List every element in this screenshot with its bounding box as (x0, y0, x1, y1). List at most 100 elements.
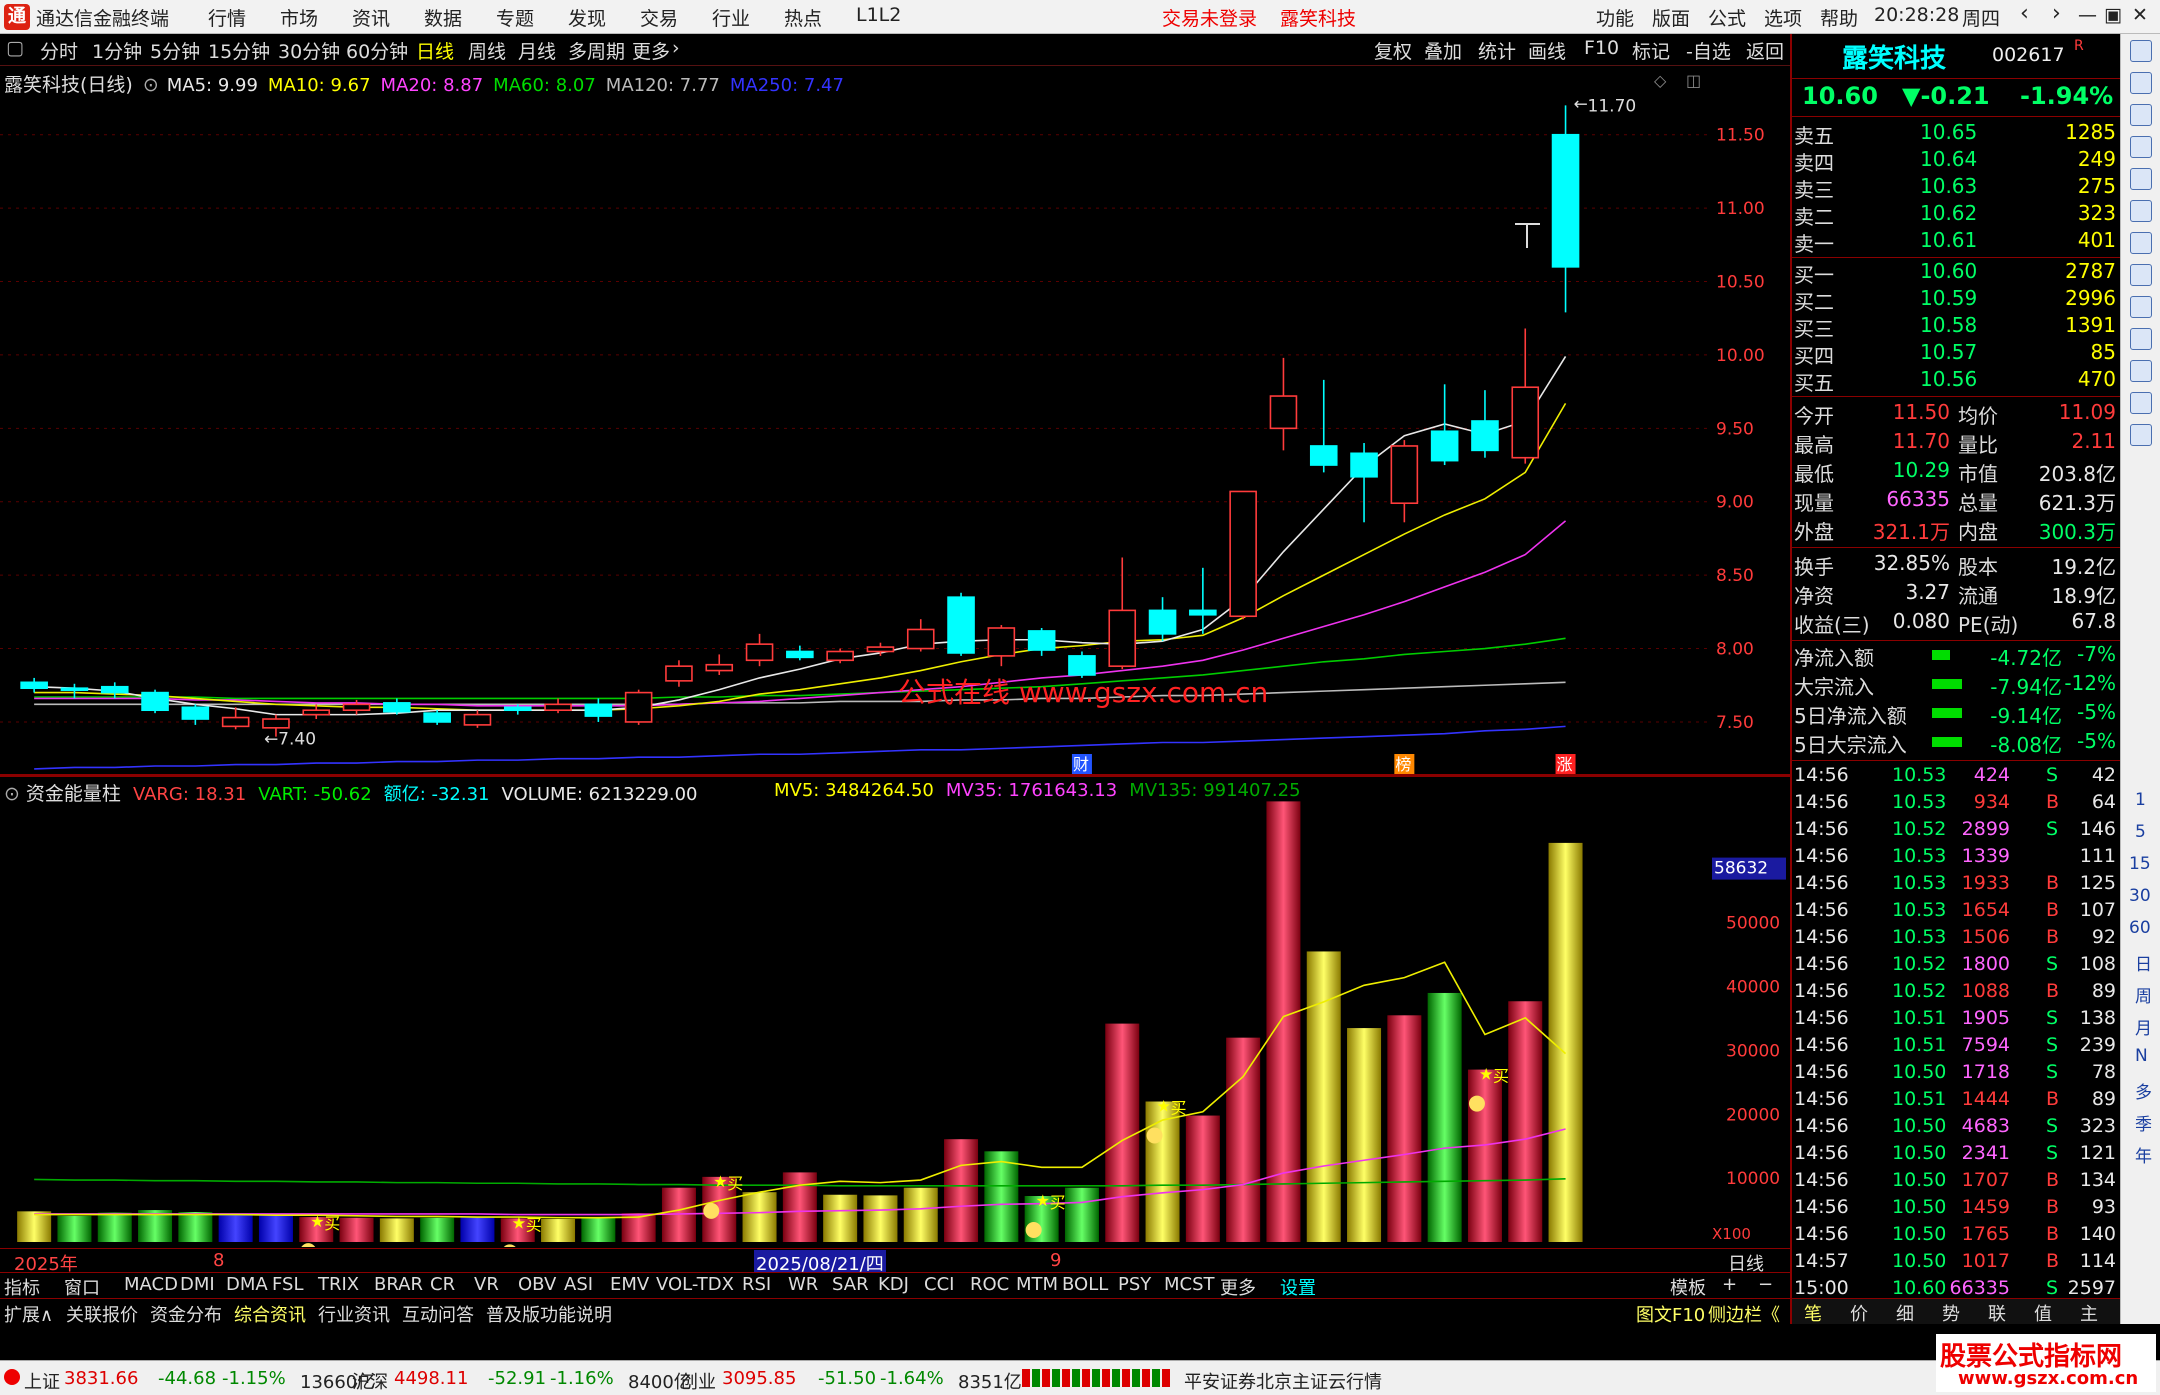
menu-7[interactable]: 行业 (712, 4, 750, 31)
indicator-tab-16[interactable]: SAR (832, 1274, 869, 1295)
menu-2[interactable]: 资讯 (352, 4, 390, 31)
toolbar-3[interactable]: 画线 (1528, 37, 1566, 64)
circle-icon[interactable] (2130, 424, 2152, 446)
menu-right-0[interactable]: 功能 (1596, 4, 1634, 31)
close-icon[interactable]: ✕ (2132, 4, 2148, 26)
indicator-tab-20[interactable]: MTM (1016, 1274, 1058, 1295)
side-tab-2[interactable]: 细 (1896, 1300, 1914, 1326)
maximize-icon[interactable]: ▣ (2104, 4, 2122, 26)
period-3[interactable]: 15分钟 (208, 37, 270, 64)
toolbar-5[interactable]: 标记 (1632, 37, 1670, 64)
grid-icon[interactable] (2130, 136, 2152, 158)
indicator-tab-24[interactable]: 更多 (1220, 1274, 1256, 1300)
indicator-tab-8[interactable]: CR (430, 1274, 455, 1295)
period-shortcut-2[interactable]: 15 (2129, 854, 2151, 874)
ext-right-0[interactable]: 图文F10 (1636, 1301, 1705, 1327)
indicator-tab-13[interactable]: VOL-TDX (656, 1274, 734, 1295)
side-tab-4[interactable]: 联 (1988, 1300, 2006, 1326)
side-tab-5[interactable]: 值 (2034, 1300, 2052, 1326)
toolbar-1[interactable]: 叠加 (1424, 37, 1462, 64)
period-0[interactable]: 分时 (40, 37, 78, 64)
trade-status[interactable]: 交易未登录 (1162, 4, 1257, 31)
period-4[interactable]: 30分钟 (278, 37, 340, 64)
menu-right-4[interactable]: 帮助 (1820, 4, 1858, 31)
f10-icon[interactable] (2130, 296, 2152, 318)
period-shortcut-4[interactable]: 60 (2129, 918, 2151, 938)
indicator-tab-3[interactable]: DMI (180, 1274, 215, 1295)
period-shortcut-8[interactable]: N (2135, 1046, 2148, 1066)
template-tab[interactable]: 模板 (1670, 1274, 1706, 1300)
menu-0[interactable]: 行情 (208, 4, 246, 31)
menu-5[interactable]: 发现 (568, 4, 606, 31)
period-8[interactable]: 月线 (518, 37, 556, 64)
menu-6[interactable]: 交易 (640, 4, 678, 31)
panel-toggle-icon[interactable]: ▢ (6, 37, 24, 59)
period-9[interactable]: 多周期 (568, 37, 625, 64)
toolbar-2[interactable]: 统计 (1478, 37, 1516, 64)
f1-icon[interactable] (2130, 360, 2152, 382)
ext-tab-6[interactable]: 普及版功能说明 (486, 1301, 612, 1327)
menu-1[interactable]: 市场 (280, 4, 318, 31)
period-1[interactable]: 1分钟 (92, 37, 142, 64)
indicator-tab-17[interactable]: KDJ (878, 1274, 909, 1295)
ext-tab-2[interactable]: 资金分布 (150, 1301, 222, 1327)
indicator-tab-7[interactable]: BRAR (374, 1274, 423, 1295)
period-shortcut-0[interactable]: 1 (2135, 790, 2146, 810)
side-tab-1[interactable]: 价 (1850, 1300, 1868, 1326)
indicator-tab-2[interactable]: MACD (124, 1274, 178, 1295)
menu-right-3[interactable]: 选项 (1764, 4, 1802, 31)
add-icon[interactable]: + (1722, 1274, 1737, 1295)
list-icon[interactable] (2130, 264, 2152, 286)
menu-4[interactable]: 专题 (496, 4, 534, 31)
ext-tab-4[interactable]: 行业资讯 (318, 1301, 390, 1327)
f2-icon[interactable] (2130, 392, 2152, 414)
toolbar-6[interactable]: -自选 (1686, 37, 1731, 64)
indicator-tab-6[interactable]: TRIX (318, 1274, 359, 1295)
menu-9[interactable]: L1L2 (856, 4, 901, 26)
ext-tab-3[interactable]: 综合资讯 (234, 1301, 306, 1327)
table-icon[interactable] (2130, 168, 2152, 190)
indicator-tab-23[interactable]: MCST (1164, 1274, 1215, 1295)
period-5[interactable]: 60分钟 (346, 37, 408, 64)
period-10[interactable]: 更多 (632, 37, 670, 64)
period-7[interactable]: 周线 (468, 37, 506, 64)
menu-3[interactable]: 数据 (424, 4, 462, 31)
menu-8[interactable]: 热点 (784, 4, 822, 31)
toolbar-4[interactable]: F10 (1584, 37, 1619, 59)
indicator-tab-21[interactable]: BOLL (1062, 1274, 1108, 1295)
menu-icon[interactable] (2130, 328, 2152, 350)
back-icon[interactable]: ‹ (2020, 1, 2029, 26)
period-shortcut-7[interactable]: 月 (2135, 1014, 2152, 1039)
period-shortcut-10[interactable]: 季 (2135, 1110, 2152, 1135)
indicator-tab-4[interactable]: DMA (226, 1274, 268, 1295)
indicator-tab-1[interactable]: 窗口 (64, 1274, 100, 1300)
settings-toggle-icon[interactable]: ⊙ (143, 74, 159, 96)
indicator-panel[interactable]: 50000 40000 30000 20000 10000 ★ 买 ★ 买 ★ 买 ★ 买 ★ 买 ★ 买 586… (0, 777, 1790, 1261)
ext-tab-5[interactable]: 互动问答 (402, 1301, 474, 1327)
menu-right-2[interactable]: 公式 (1708, 4, 1746, 31)
period-shortcut-9[interactable]: 多 (2135, 1078, 2152, 1103)
forward-icon[interactable]: › (2052, 1, 2061, 26)
down-arrow-icon[interactable] (2130, 104, 2152, 126)
period-shortcut-5[interactable]: 日 (2135, 950, 2152, 975)
period-6[interactable]: 日线 (416, 37, 454, 64)
kline-panel[interactable]: 11.50 11.00 10.50 10.00 9.50 9.00 8.50 8.00 7.50… (0, 66, 1790, 776)
indicator-tab-11[interactable]: ASI (564, 1274, 593, 1295)
toolbar-7[interactable]: 返回 (1746, 37, 1784, 64)
period-shortcut-1[interactable]: 5 (2135, 822, 2146, 842)
monitor-icon[interactable] (2130, 40, 2152, 62)
side-tab-0[interactable]: 笔 (1804, 1300, 1822, 1326)
side-tab-3[interactable]: 势 (1942, 1300, 1960, 1326)
side-tab-6[interactable]: 主 (2080, 1300, 2098, 1326)
chevron-right-icon[interactable]: › (672, 37, 680, 59)
indicator-tab-12[interactable]: EMV (610, 1274, 649, 1295)
indicator-tab-22[interactable]: PSY (1118, 1274, 1151, 1295)
up-arrow-icon[interactable] (2130, 72, 2152, 94)
period-shortcut-6[interactable]: 周 (2135, 982, 2152, 1007)
period-2[interactable]: 5分钟 (150, 37, 200, 64)
indicator-tab-25[interactable]: 设置 (1280, 1274, 1316, 1300)
ext-right-1[interactable]: 侧边栏《 (1708, 1301, 1780, 1327)
candle-icon[interactable] (2130, 232, 2152, 254)
period-shortcut-3[interactable]: 30 (2129, 886, 2151, 906)
toolbar-0[interactable]: 复权 (1374, 37, 1412, 64)
